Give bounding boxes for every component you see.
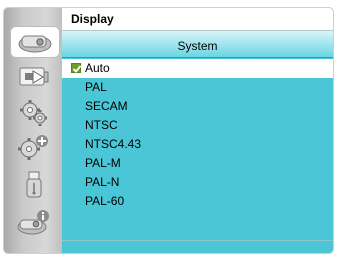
option-label: NTSC (85, 118, 118, 132)
page-title: Display (71, 12, 114, 26)
option-pal-m[interactable]: PAL-M (62, 154, 333, 173)
submenu-title: System (177, 39, 218, 53)
sidebar (4, 8, 64, 253)
option-secam[interactable]: SECAM (62, 97, 333, 116)
menu-header: Display (62, 8, 333, 31)
input-icon (19, 67, 49, 86)
option-label: PAL-60 (85, 194, 125, 208)
option-label: PAL (85, 80, 107, 94)
sidebar-item-input[interactable] (8, 59, 60, 95)
option-auto[interactable]: Auto (62, 59, 333, 78)
option-label: PAL-N (85, 175, 120, 189)
option-ntsc443[interactable]: NTSC4.43 (62, 135, 333, 154)
gear-plus-icon (18, 135, 48, 160)
sidebar-item-setting[interactable] (8, 94, 60, 130)
sidebar-item-memory-viewer[interactable] (8, 167, 60, 203)
sidebar-item-expanded[interactable] (8, 130, 60, 166)
gear-icon (20, 100, 47, 126)
sidebar-item-display[interactable] (10, 26, 60, 58)
option-pal[interactable]: PAL (62, 78, 333, 97)
content-panel: Display System Auto PAL SECAM NTSC NTSC4… (62, 8, 333, 253)
option-label: PAL-M (85, 156, 121, 170)
submenu-header: System (62, 31, 333, 58)
info-icon (17, 210, 49, 235)
option-pal-n[interactable]: PAL-N (62, 173, 333, 192)
option-label: NTSC4.43 (85, 137, 142, 151)
usb-icon (26, 171, 42, 198)
display-icon (18, 35, 52, 53)
option-label: SECAM (85, 99, 128, 113)
menu-window: Display System Auto PAL SECAM NTSC NTSC4… (3, 7, 334, 254)
option-pal-60[interactable]: PAL-60 (62, 192, 333, 211)
option-ntsc[interactable]: NTSC (62, 116, 333, 135)
checkbox-icon (71, 63, 82, 73)
bottom-divider (62, 240, 333, 241)
option-label: Auto (85, 61, 110, 75)
system-option-list: Auto PAL SECAM NTSC NTSC4.43 PAL-M PAL-N… (62, 59, 333, 211)
sidebar-item-information[interactable] (8, 204, 60, 240)
